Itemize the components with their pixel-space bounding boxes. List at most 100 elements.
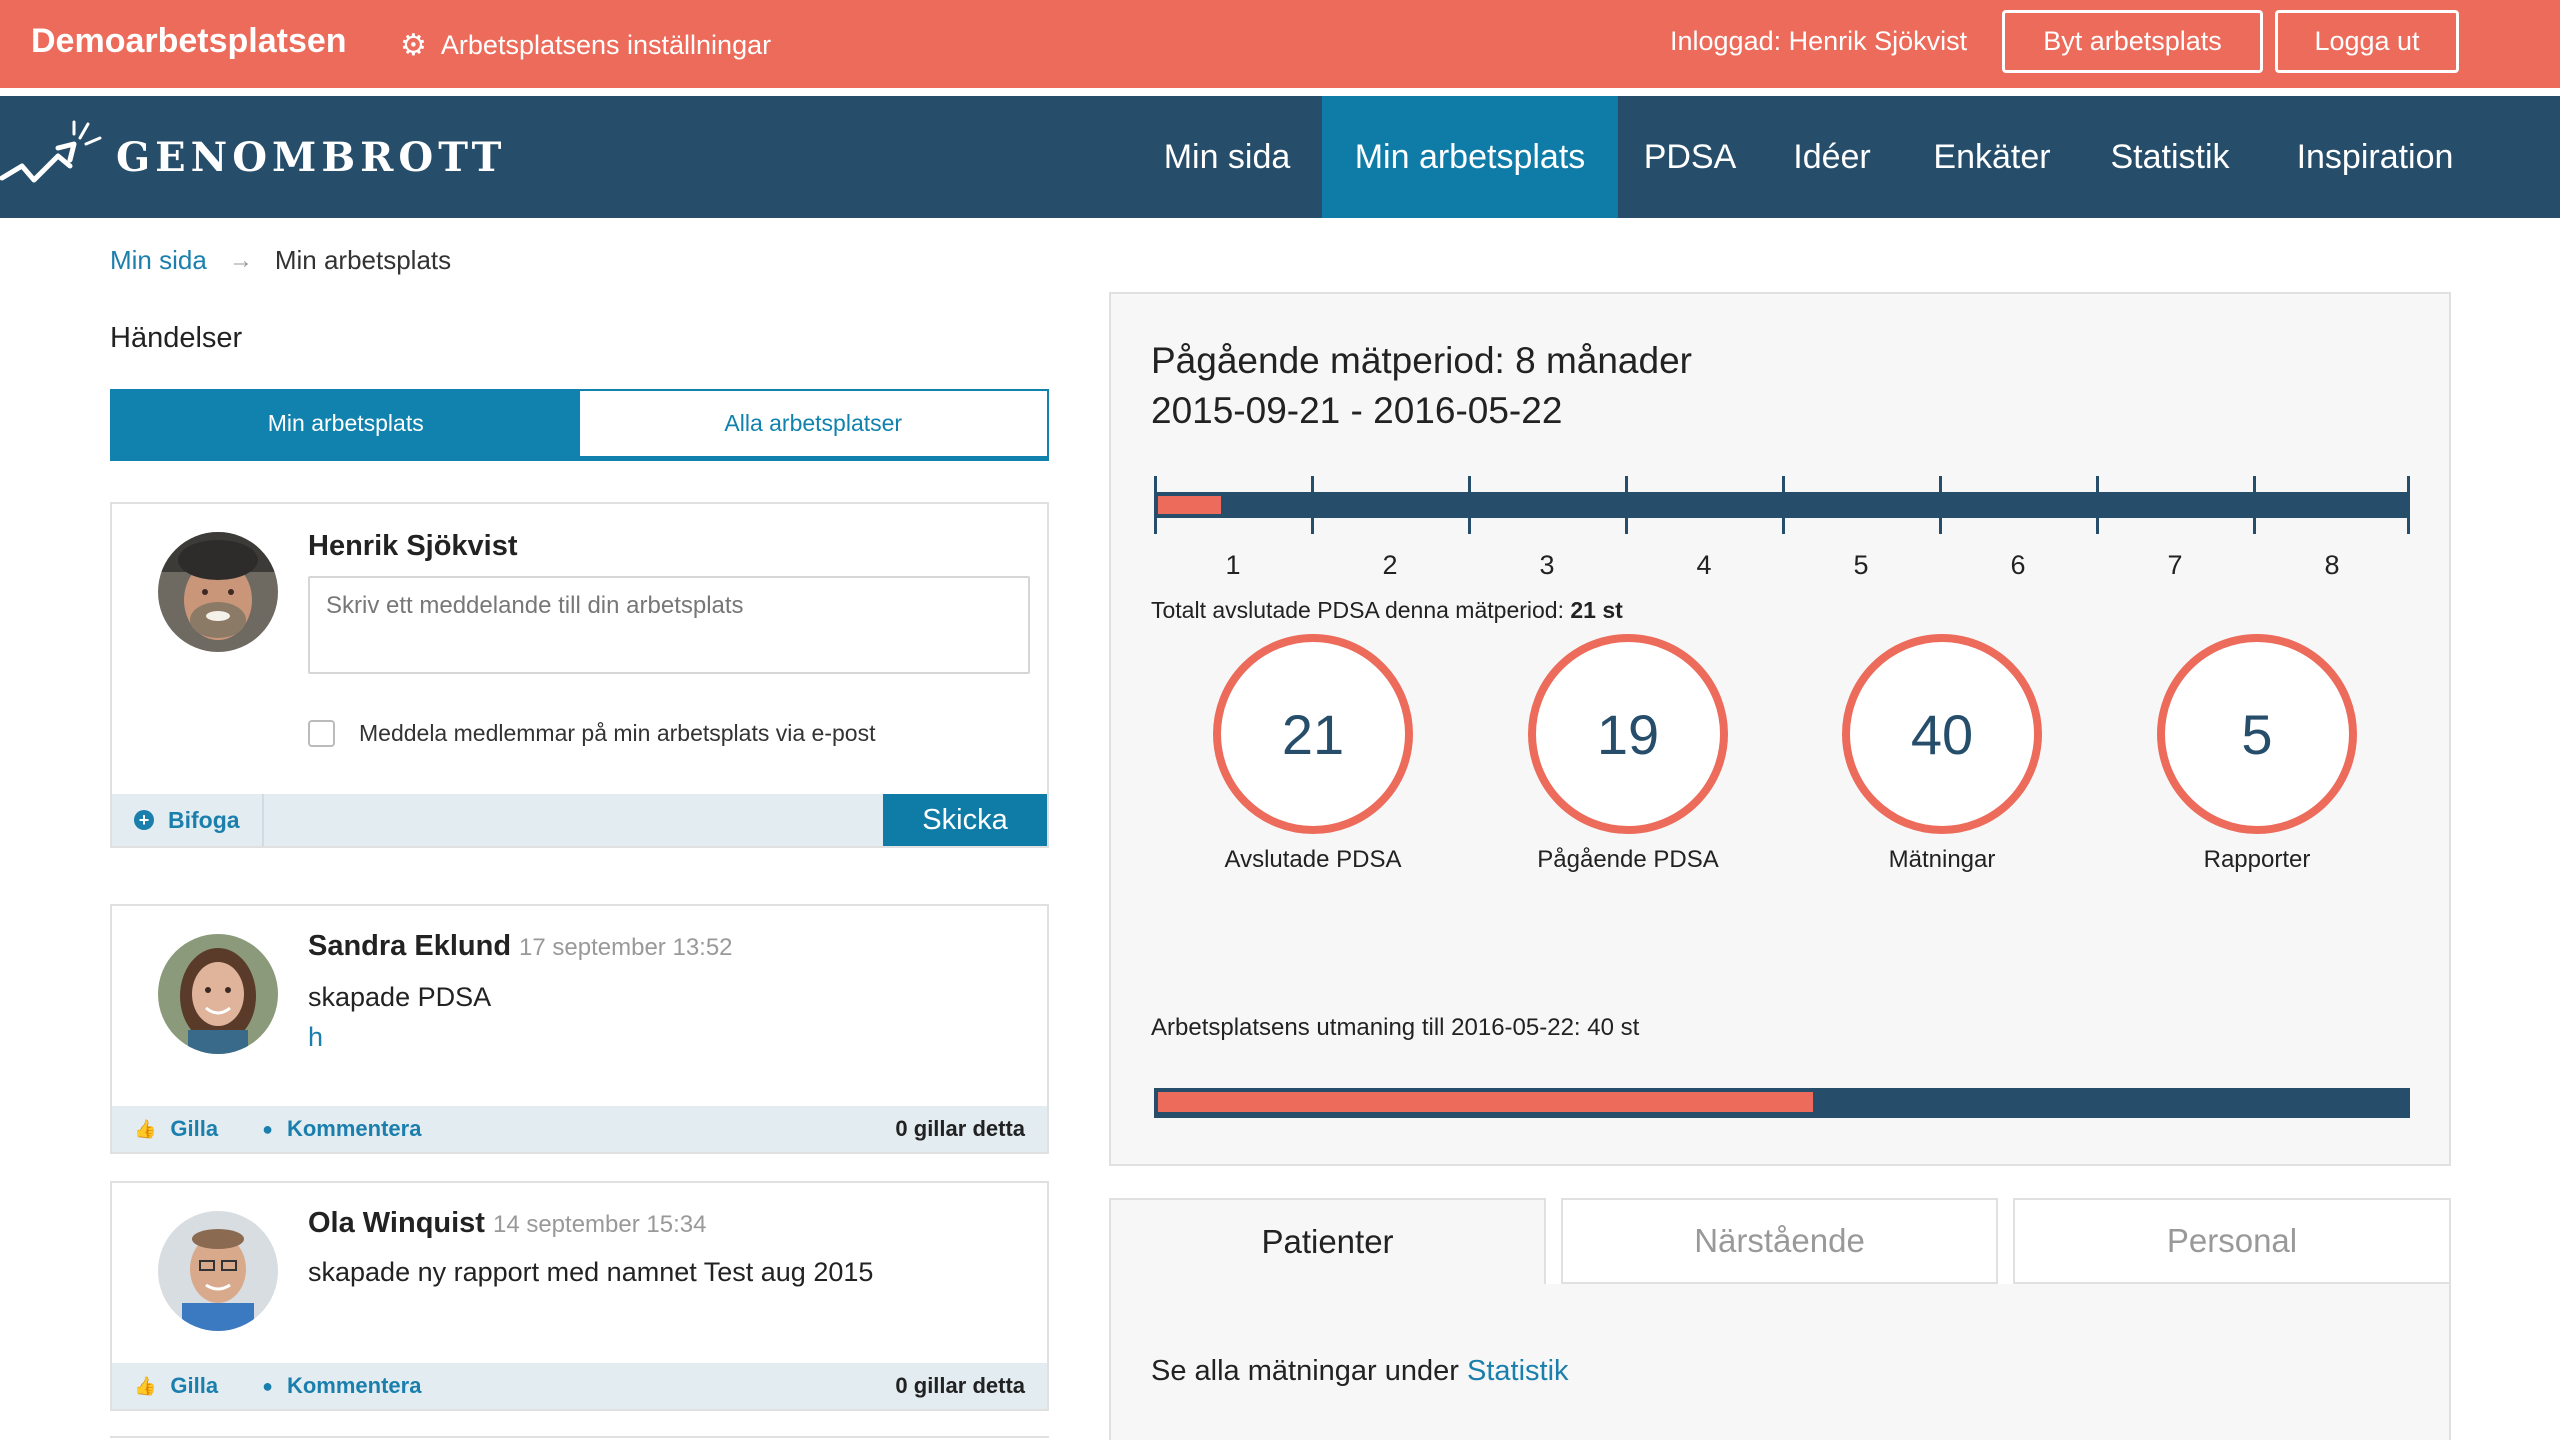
month-label: 3 [1539,550,1555,580]
thumbs-up-icon: 👍 [134,1375,157,1396]
comment-bubble-icon: ● [262,1118,273,1139]
nav-item-pdsa[interactable]: PDSA [1620,96,1760,218]
timeline-tick [1939,476,1942,534]
stat-value: 40 [1842,634,2042,834]
like-label: Gilla [170,1373,219,1398]
nav-item-min-sida[interactable]: Min sida [1134,96,1320,218]
logo-text: GENOMBROTT [116,133,507,181]
message-input[interactable] [308,576,1030,674]
send-button[interactable]: Skicka [883,794,1047,846]
breadcrumb-home-link[interactable]: Min sida [110,245,207,276]
breadcrumb-current: Min arbetsplats [274,245,452,275]
feed-author-name[interactable]: Ola Winquist [308,1207,485,1239]
breadcrumb-separator: → [228,246,253,274]
feed-link[interactable]: h [308,1022,323,1053]
like-button[interactable]: 👍 Gilla [134,1373,218,1399]
logo[interactable]: GENOMBROTT [0,118,506,196]
composer-author: Henrik Sjökvist [308,530,518,562]
tab-patienter[interactable]: Patienter [1109,1198,1546,1284]
feed-item: Ola Winquist 14 september 15:34 skapade n… [110,1181,1049,1411]
thumbs-up-icon: 👍 [134,1118,157,1139]
see-all-measurements: Se alla mätningar under Statistik [1151,1355,1569,1388]
feed-timestamp: 17 september 13:52 [519,934,733,961]
feed-text: skapade ny rapport med namnet Test aug 2… [308,1257,874,1287]
gear-icon: ⚙ [400,28,427,62]
timeline-progress [1158,496,1221,514]
month-label: 7 [2167,550,2183,580]
month-label: 5 [1853,550,1869,580]
stat-measurements[interactable]: 40 Mätningar [1837,634,2047,874]
measurement-tabs: Patienter Närstående Personal [1109,1198,2451,1284]
feed-author-name[interactable]: Sandra Eklund [308,930,511,962]
challenge-label: Arbetsplatsens utmaning till 2016-05-22:… [1151,1014,1640,1041]
month-label: 8 [2324,550,2340,580]
nav-item-ideer[interactable]: Idéer [1762,96,1902,218]
toggle-my-workplace[interactable]: Min arbetsplats [112,391,580,456]
timeline-tick [2253,476,2256,534]
total-completed-value: 21 st [1570,597,1623,623]
divider [0,88,2560,96]
month-label: 4 [1696,550,1712,580]
comment-button[interactable]: ● Kommentera [262,1116,421,1142]
events-title: Händelser [110,322,243,354]
toggle-all-workplaces[interactable]: Alla arbetsplatser [579,391,1047,456]
comment-bubble-icon: ● [262,1375,273,1396]
stat-value: 21 [1213,634,1413,834]
feed-author: Sandra Eklund 17 september 13:52 [308,930,733,963]
top-bar: Demoarbetsplatsen ⚙ Arbetsplatsens instä… [0,0,2560,88]
feed-actions: 👍 Gilla ● Kommentera 0 gillar detta [112,1106,1047,1152]
workplace-settings-link[interactable]: ⚙ Arbetsplatsens inställningar [400,30,771,61]
workplace-settings-label: Arbetsplatsens inställningar [440,30,772,60]
post-composer: Henrik Sjökvist Meddela medlemmar på min… [110,502,1049,848]
stat-completed-pdsa[interactable]: 21 Avslutade PDSA [1208,634,1418,874]
comment-button[interactable]: ● Kommentera [262,1373,421,1399]
switch-workplace-button[interactable]: Byt arbetsplats [2002,10,2263,73]
main-nav: GENOMBROTT Min sida Min arbetsplats PDSA… [0,96,2560,218]
comment-label: Kommentera [286,1116,422,1141]
stat-value: 5 [2157,634,2357,834]
nav-item-statistik[interactable]: Statistik [2082,96,2258,218]
period-timeline [1154,476,2410,534]
notify-email-checkbox[interactable] [308,720,335,747]
month-label: 6 [2010,550,2026,580]
workplace-name: Demoarbetsplatsen [31,22,347,60]
month-label: 1 [1225,550,1241,580]
nav-item-enkater[interactable]: Enkäter [1904,96,2080,218]
tab-narstaende[interactable]: Närstående [1561,1198,1998,1284]
period-range: 2015-09-21 - 2016-05-22 [1151,390,1563,431]
composer-action-bar: + Bifoga Skicka [112,794,1047,846]
logout-button[interactable]: Logga ut [2275,10,2459,73]
avatar [158,532,278,652]
logo-arrow-icon [0,120,102,183]
timeline-tick [1154,476,1157,534]
challenge-progress [1158,1092,1813,1112]
events-scope-toggle: Min arbetsplats Alla arbetsplatser [110,389,1049,461]
see-all-text: Se alla mätningar under [1151,1355,1467,1387]
measurement-period-panel: Pågående mätperiod: 8 månader 2015-09-21… [1109,292,2451,1166]
logged-in-user: Inloggad: Henrik Sjökvist [1670,26,1968,56]
notify-email-option[interactable]: Meddela medlemmar på min arbetsplats via… [308,720,875,747]
timeline-tick [1782,476,1785,534]
feed-item: Sandra Eklund 17 september 13:52 skapade … [110,904,1049,1154]
nav-item-inspiration[interactable]: Inspiration [2260,96,2490,218]
total-completed-label: Totalt avslutade PDSA denna mätperiod: [1151,597,1571,623]
like-button[interactable]: 👍 Gilla [134,1116,218,1142]
stat-ongoing-pdsa[interactable]: 19 Pågående PDSA [1523,634,1733,874]
nav-item-min-arbetsplats[interactable]: Min arbetsplats [1322,96,1618,218]
likes-count: 0 gillar detta [895,1116,1025,1141]
timeline-tick [1625,476,1628,534]
month-label: 2 [1382,550,1398,580]
tab-personal[interactable]: Personal [2013,1198,2451,1284]
stat-label: Mätningar [1888,846,1996,873]
statistics-link[interactable]: Statistik [1467,1355,1569,1387]
stat-label: Avslutade PDSA [1224,846,1402,873]
stat-value: 19 [1528,634,1728,834]
breadcrumb: Min sida → Min arbetsplats [110,245,451,276]
feed-author: Ola Winquist 14 september 15:34 [308,1207,706,1240]
stat-reports[interactable]: 5 Rapporter [2152,634,2362,874]
stat-label: Rapporter [2203,846,2311,873]
attach-button[interactable]: + Bifoga [112,794,264,846]
like-label: Gilla [170,1116,219,1141]
avatar [158,1211,278,1331]
total-completed: Totalt avslutade PDSA denna mätperiod: 2… [1151,597,1623,624]
